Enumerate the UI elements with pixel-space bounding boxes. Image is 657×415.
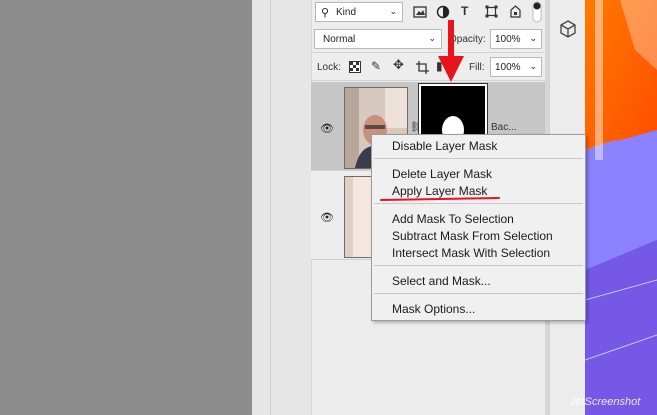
lock-transparent-pixels-icon[interactable] xyxy=(349,61,361,73)
menu-item-apply-layer-mask[interactable]: Apply Layer Mask xyxy=(392,184,487,198)
lock-position-icon[interactable]: ✥ xyxy=(393,58,404,71)
chevron-down-icon: ⌄ xyxy=(529,61,537,71)
chevron-down-icon: ⌄ xyxy=(389,6,397,16)
lock-image-pixels-icon[interactable]: ✎ xyxy=(371,60,381,72)
3d-cube-icon[interactable] xyxy=(560,20,576,38)
lock-label: Lock: xyxy=(317,62,341,73)
menu-item-mask-options[interactable]: Mask Options... xyxy=(392,302,475,316)
pixel-layer-filter-icon[interactable] xyxy=(413,6,427,18)
fill-field[interactable]: 100% ⌄ xyxy=(490,57,542,77)
menu-item-select-and-mask[interactable]: Select and Mask... xyxy=(392,274,491,288)
chevron-down-icon: ⌄ xyxy=(428,33,436,43)
shape-layer-filter-icon[interactable] xyxy=(485,5,498,18)
eye-icon[interactable]: 👁 xyxy=(320,211,334,224)
blend-mode-select[interactable]: Normal ⌄ xyxy=(314,29,442,49)
layers-panel-gutter xyxy=(271,0,312,415)
blend-mode-label: Normal xyxy=(323,34,356,45)
panel-divider xyxy=(252,0,271,415)
menu-item-intersect-mask-with-selection[interactable]: Intersect Mask With Selection xyxy=(392,246,550,260)
menu-item-subtract-mask-from-selection[interactable]: Subtract Mask From Selection xyxy=(392,229,553,243)
filter-toggle-switch[interactable] xyxy=(532,1,542,23)
fill-value: 100% xyxy=(495,62,521,73)
layer-name: Bac... xyxy=(491,122,517,133)
menu-item-add-mask-to-selection[interactable]: Add Mask To Selection xyxy=(392,212,514,226)
fill-label: Fill: xyxy=(469,62,485,73)
menu-item-delete-layer-mask[interactable]: Delete Layer Mask xyxy=(392,167,492,181)
opacity-field[interactable]: 100% ⌄ xyxy=(490,29,542,49)
layer-mask-context-menu: Disable Layer Mask Delete Layer Mask App… xyxy=(371,134,586,321)
adjustment-layer-filter-icon[interactable] xyxy=(436,5,450,19)
canvas-photo xyxy=(585,0,657,415)
annotation-arrow xyxy=(438,20,464,82)
chevron-down-icon: ⌄ xyxy=(529,33,537,43)
type-layer-filter-icon[interactable]: T xyxy=(461,5,468,17)
menu-separator xyxy=(374,265,583,266)
filter-kind-label: Kind xyxy=(336,7,357,18)
toolbar-divider xyxy=(311,80,545,81)
menu-separator xyxy=(374,203,583,204)
lock-artboard-icon[interactable] xyxy=(416,61,429,74)
watermark: JetScreenshot xyxy=(570,396,641,408)
eye-icon[interactable]: 👁 xyxy=(320,122,334,135)
opacity-value: 100% xyxy=(495,34,521,45)
filter-kind-select[interactable]: ⚲ Kind ⌄ xyxy=(315,2,403,22)
menu-separator xyxy=(374,158,583,159)
menu-separator xyxy=(374,293,583,294)
smart-object-filter-icon[interactable] xyxy=(509,5,522,18)
canvas-area xyxy=(0,0,252,415)
toolbar-divider xyxy=(311,52,545,53)
menu-item-disable-layer-mask[interactable]: Disable Layer Mask xyxy=(392,139,497,153)
search-icon: ⚲ xyxy=(321,7,330,19)
